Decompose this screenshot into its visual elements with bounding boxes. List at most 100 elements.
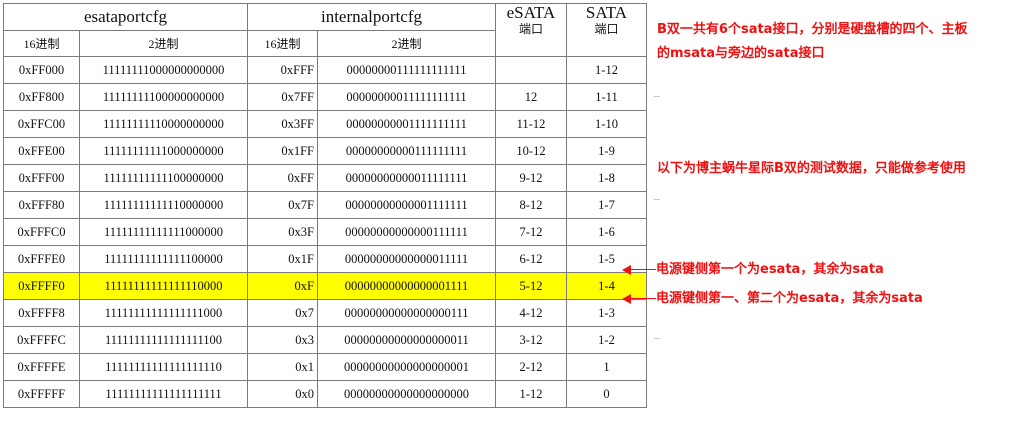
table-row: 0xFFF00 11111111111100000000 0xFF 000000000…	[3, 164, 647, 192]
table-row: 0xFFFFC 11111111111111111100 0x3 0000000000…	[3, 326, 647, 354]
cell-sata-ports: 0	[566, 380, 647, 408]
header-esata: eSATA 端口	[495, 3, 567, 57]
cell-esata-ports: 9-12	[495, 164, 567, 192]
cell-esata-hex: 0xFFFFF	[3, 380, 80, 408]
cell-internal-bin: 00000000111111111111	[317, 56, 496, 84]
table-row: 0xFF800 11111111100000000000 0x7FF 00000000…	[3, 83, 647, 111]
cell-internal-hex: 0x1F	[247, 245, 318, 273]
cell-esata-hex: 0xFF800	[3, 83, 80, 111]
cell-internal-hex: 0x3	[247, 326, 318, 354]
cell-sata-ports: 1-2	[566, 326, 647, 354]
cell-esata-ports: 11-12	[495, 110, 567, 138]
cell-internal-hex: 0x3F	[247, 218, 318, 246]
sata-port-config-table: esataportcfg internalportcfg eSATA 端口 SA…	[3, 3, 647, 408]
intro-note-line-2: 的msata与旁边的sata接口	[657, 46, 825, 61]
arrow-row-1-4	[622, 294, 656, 304]
cell-esata-bin: 11111111111111000000	[79, 218, 248, 246]
cell-internal-bin: 00000000000000000001	[317, 353, 496, 381]
cell-esata-bin: 11111111111111111000	[79, 299, 248, 327]
cell-internal-bin: 00000000000000000011	[317, 326, 496, 354]
cell-esata-hex: 0xFFFE0	[3, 245, 80, 273]
cell-esata-ports	[495, 56, 567, 84]
cell-esata-hex: 0xFFFFE	[3, 353, 80, 381]
cell-internal-bin: 00000000000011111111	[317, 164, 496, 192]
cell-sata-ports: 1-10	[566, 110, 647, 138]
header-sata: SATA 端口	[566, 3, 647, 57]
cell-esata-ports: 8-12	[495, 191, 567, 219]
cell-esata-hex: 0xFFFC0	[3, 218, 80, 246]
cell-internal-bin: 00000000000111111111	[317, 137, 496, 165]
group-header-row: esataportcfg internalportcfg eSATA 端口 SA…	[3, 3, 647, 57]
cell-sata-ports: 1-11	[566, 83, 647, 111]
header-esata-sub: 端口	[518, 22, 543, 36]
subheader-esata-bin: 2进制	[79, 30, 248, 57]
cell-internal-hex: 0xF	[247, 272, 318, 300]
edge-tick-mark	[654, 338, 660, 339]
cell-sata-ports: 1	[566, 353, 647, 381]
cell-internal-hex: 0x7F	[247, 191, 318, 219]
arrow-head	[622, 294, 631, 304]
header-esataportcfg: esataportcfg	[3, 3, 248, 31]
cell-esata-bin: 11111111100000000000	[79, 83, 248, 111]
cell-esata-ports: 12	[495, 83, 567, 111]
table-row: 0xFFE00 11111111111000000000 0x1FF 00000000…	[3, 137, 647, 165]
cell-esata-bin: 11111111111111111110	[79, 353, 248, 381]
arrow-row-1-5	[622, 265, 656, 275]
cell-internal-bin: 00000000000001111111	[317, 191, 496, 219]
cell-internal-bin: 00000000000000111111	[317, 218, 496, 246]
cell-internal-hex: 0x1FF	[247, 137, 318, 165]
cell-esata-hex: 0xFFF00	[3, 164, 80, 192]
cell-internal-bin: 00000000001111111111	[317, 110, 496, 138]
cell-internal-hex: 0x3FF	[247, 110, 318, 138]
cell-internal-hex: 0x7FF	[247, 83, 318, 111]
cell-internal-bin: 00000000000000000000	[317, 380, 496, 408]
cell-esata-bin: 11111111111111100000	[79, 245, 248, 273]
cell-internal-hex: 0xFF	[247, 164, 318, 192]
cell-esata-bin: 11111111111111110000	[79, 272, 248, 300]
cell-esata-bin: 11111111111110000000	[79, 191, 248, 219]
arrow-line	[630, 298, 656, 299]
cell-esata-ports: 7-12	[495, 218, 567, 246]
cell-esata-ports: 2-12	[495, 353, 567, 381]
header-esata-title: eSATA	[506, 3, 556, 22]
table-row: 0xFF000 11111111000000000000 0xFFF 00000000…	[3, 56, 647, 84]
table-row: 0xFFFF0 11111111111111110000 0xF 0000000000…	[3, 272, 647, 300]
note-row-1-5: 电源键侧第一个为esata，其余为sata	[656, 262, 884, 277]
cell-sata-ports: 1-7	[566, 191, 647, 219]
subheader-internal-bin: 2进制	[317, 30, 496, 57]
cell-esata-bin: 11111111111000000000	[79, 137, 248, 165]
cell-internal-hex: 0x7	[247, 299, 318, 327]
cell-sata-ports: 1-6	[566, 218, 647, 246]
edge-tick-mark	[654, 96, 660, 97]
table-row: 0xFFFFE 11111111111111111110 0x1 0000000000…	[3, 353, 647, 381]
cell-esata-hex: 0xFF000	[3, 56, 80, 84]
cell-esata-hex: 0xFFFF8	[3, 299, 80, 327]
cell-esata-bin: 11111111111100000000	[79, 164, 248, 192]
cell-internal-hex: 0xFFF	[247, 56, 318, 84]
cell-esata-bin: 11111111111111111100	[79, 326, 248, 354]
cell-esata-hex: 0xFFC00	[3, 110, 80, 138]
cell-esata-bin: 11111111111111111111	[79, 380, 248, 408]
cell-esata-hex: 0xFFFF0	[3, 272, 80, 300]
cell-esata-ports: 3-12	[495, 326, 567, 354]
header-sata-title: SATA	[585, 3, 628, 22]
table-row: 0xFFF80 11111111111110000000 0x7F 000000000…	[3, 191, 647, 219]
table-row: 0xFFFE0 11111111111111100000 0x1F 000000000…	[3, 245, 647, 273]
test-data-note: 以下为博主蜗牛星际B双的测试数据，只能做参考使用	[657, 161, 966, 176]
cell-internal-bin: 00000000000000000111	[317, 299, 496, 327]
intro-note-line-1: B双一共有6个sata接口，分别是硬盘槽的四个、主板	[657, 22, 968, 37]
cell-esata-ports: 10-12	[495, 137, 567, 165]
cell-esata-ports: 6-12	[495, 245, 567, 273]
cell-esata-ports: 1-12	[495, 380, 567, 408]
table-row: 0xFFFF8 11111111111111111000 0x7 0000000000…	[3, 299, 647, 327]
arrow-line	[630, 269, 656, 270]
subheader-esata-hex: 16进制	[3, 30, 80, 57]
header-sata-sub: 端口	[594, 22, 619, 36]
cell-esata-hex: 0xFFE00	[3, 137, 80, 165]
cell-internal-bin: 00000000011111111111	[317, 83, 496, 111]
subheader-internal-hex: 16进制	[247, 30, 318, 57]
table-row: 0xFFC00 11111111110000000000 0x3FF 00000000…	[3, 110, 647, 138]
cell-esata-hex: 0xFFF80	[3, 191, 80, 219]
cell-sata-ports: 1-8	[566, 164, 647, 192]
cell-internal-hex: 0x1	[247, 353, 318, 381]
